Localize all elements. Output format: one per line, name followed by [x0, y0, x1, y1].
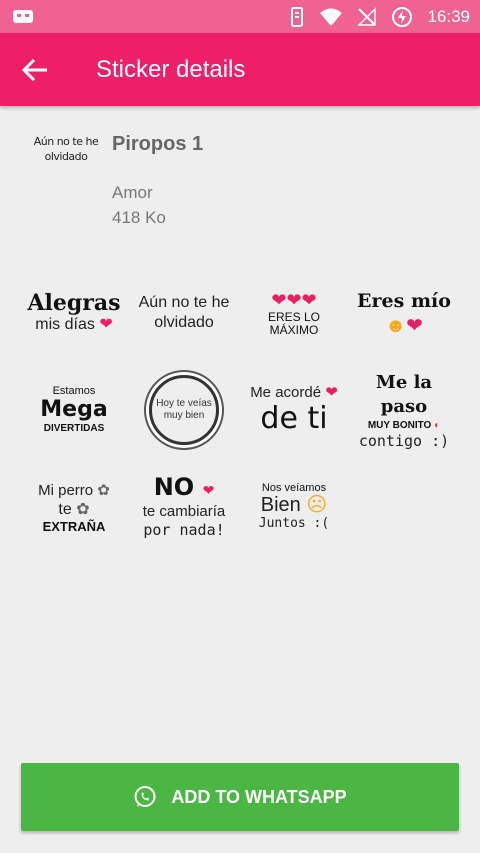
sticker-line: te ✿ — [58, 500, 90, 518]
sticker-hoy-te-veias[interactable]: Hoy te veías muy bien — [136, 367, 232, 453]
sticker-line: NO ❤ — [153, 473, 215, 501]
sticker-nos-veiamos-bien-juntos[interactable]: Nos veíamos Bien ☹ Juntos :( — [246, 464, 342, 550]
no-signal-icon — [357, 6, 377, 26]
sticker-line: mis días ❤ — [35, 316, 113, 333]
heart-icon: ❤ — [202, 483, 215, 499]
vibrate-icon — [291, 6, 304, 27]
watermelon-icon: ◐ — [434, 419, 441, 431]
sticker-line: Juntos :( — [258, 515, 330, 531]
sticker-line: Eres mío — [357, 289, 451, 312]
sticker-line: Bien ☹ — [260, 493, 328, 516]
sticker-line: Hoy te veías — [156, 398, 212, 409]
paw-icon: ✿ — [97, 481, 110, 499]
whatsapp-icon — [134, 786, 156, 807]
sticker-line: EXTRAÑA — [42, 518, 106, 534]
android-notification-icon — [13, 10, 33, 23]
sticker-line: Mi perro ✿ — [38, 481, 110, 499]
heart-icon: ❤ — [99, 316, 113, 333]
pack-size: 418 Ko — [112, 208, 166, 227]
pack-name: Piropos 1 — [112, 133, 204, 155]
sticker-line: te cambiaría — [142, 503, 226, 520]
sticker-line: DIVERTIDAS — [43, 423, 105, 434]
add-to-whatsapp-label: ADD TO WHATSAPP — [171, 786, 347, 807]
sticker-mi-perro-te-extrana[interactable]: Mi perro ✿ te ✿ EXTRAÑA — [26, 464, 122, 550]
sticker-me-acorde-de-ti[interactable]: Me acordé ❤ de ti — [246, 367, 342, 453]
circle-frame: Hoy te veías muy bien — [149, 375, 219, 445]
sticker-me-la-paso-muy-bonito[interactable]: Me la paso MUY BONITO ◐ contigo :) — [356, 367, 452, 453]
heart-icon: ❤ — [325, 384, 338, 401]
wifi-icon — [320, 8, 343, 26]
sticker-line: muy bien — [163, 410, 205, 421]
sticker-line: ERES LO MÁXIMO — [267, 309, 321, 337]
sticker-eres-lo-maximo[interactable]: ❤❤❤ ERES LO MÁXIMO — [246, 270, 342, 356]
sticker-no-te-cambiaria[interactable]: NO ❤ te cambiaría por nada! — [136, 464, 232, 550]
crying-face-icon: ☹ — [306, 493, 328, 516]
sticker-line: contigo :) — [358, 431, 450, 450]
sticker-line: Me acordé ❤ — [250, 384, 338, 401]
status-bar: 16:39 — [0, 0, 480, 33]
status-icons: 16:39 — [289, 0, 470, 33]
sticker-aun-no-te-he-olvidado[interactable]: Aún no te he olvidado — [136, 270, 232, 356]
page-title: Sticker details — [96, 56, 246, 83]
clock: 16:39 — [427, 6, 470, 26]
sticker-line: MUY BONITO ◐ — [367, 419, 441, 431]
sticker-line: por nada! — [143, 521, 225, 539]
sticker-line: de ti — [260, 401, 328, 436]
sticker-line: Alegras — [27, 290, 121, 316]
sticker-alegras-mis-dias[interactable]: Alegras mis días ❤ — [26, 270, 122, 356]
pack-author: Amor — [112, 183, 153, 202]
hearts-icon: ❤❤❤ — [271, 289, 317, 310]
battery-charging-icon — [392, 6, 413, 27]
pack-thumbnail: Aún no te he olvidado — [33, 135, 99, 163]
smile-heart-icon: ☻❤ — [385, 314, 423, 337]
sticker-line: Mega — [40, 397, 108, 422]
sticker-line: Aún no te he — [138, 294, 230, 311]
sticker-line: Me la paso — [375, 371, 433, 417]
back-arrow-icon[interactable] — [20, 55, 52, 85]
add-to-whatsapp-button[interactable]: ADD TO WHATSAPP — [21, 763, 459, 831]
sticker-line: olvidado — [154, 314, 214, 331]
app-bar: Sticker details — [0, 33, 480, 106]
paw-icon: ✿ — [76, 500, 90, 518]
sticker-estamos-mega-divertidas[interactable]: Estamos Mega DIVERTIDAS — [26, 367, 122, 453]
sticker-eres-mio[interactable]: Eres mío ☻❤ — [356, 270, 452, 356]
